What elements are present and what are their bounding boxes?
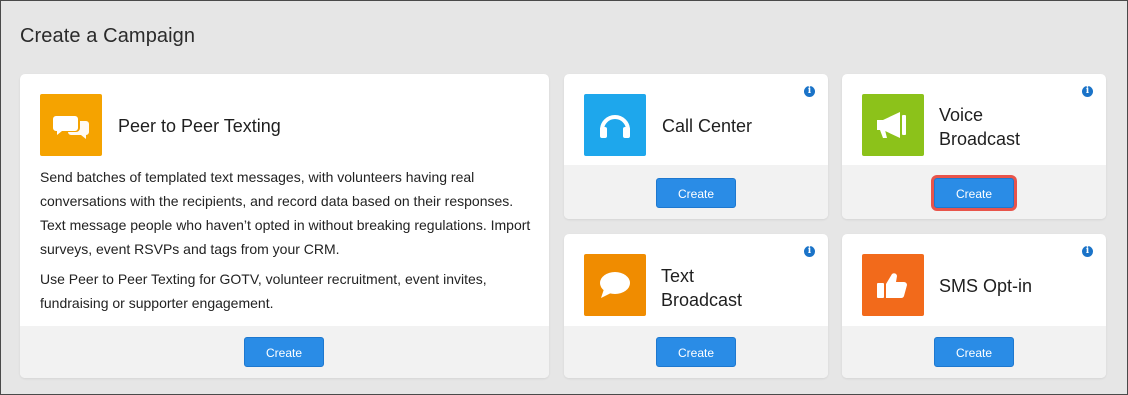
create-call-center-button[interactable]: Create [656,178,736,208]
speech-bubble-icon [584,254,646,316]
card-title: Peer to Peer Texting [118,116,281,136]
card-title-line2: Broadcast [661,290,743,310]
card-description: Send batches of templated text messages,… [40,169,531,257]
card-sms-opt-in: i SMS Opt-in Create [842,234,1106,378]
card-call-center: i Call Center Create [564,74,828,219]
thumbs-up-icon [862,254,924,316]
create-voice-broadcast-button[interactable]: Create [934,178,1014,208]
card-description-usage: Use Peer to Peer Texting for GOTV, volun… [40,271,487,311]
card-title-line1: Voice [939,105,984,125]
page-title: Create a Campaign [20,25,196,47]
chat-bubbles-icon [40,94,102,156]
info-icon[interactable]: i [1082,246,1093,257]
card-title-line2: Broadcast [939,129,1021,149]
card-title: Call Center [662,116,753,136]
card-voice-broadcast: i Voice Broadcast Create [842,74,1106,219]
info-icon[interactable]: i [804,86,815,97]
card-title: SMS Opt-in [939,276,1033,296]
info-icon[interactable]: i [804,246,815,257]
card-peer-to-peer-texting: Peer to Peer Texting Send batches of tem… [20,74,549,378]
card-text-broadcast: i Text Broadcast Create [564,234,828,378]
create-campaign-panel: Create a Campaign Peer to Peer Texting S… [0,0,1128,395]
create-sms-opt-in-button[interactable]: Create [934,337,1014,367]
card-title-line1: Text [661,266,695,286]
info-icon[interactable]: i [1082,86,1093,97]
create-peer-to-peer-button[interactable]: Create [244,337,324,367]
megaphone-icon [862,94,924,156]
create-text-broadcast-button[interactable]: Create [656,337,736,367]
headphones-icon [584,94,646,156]
